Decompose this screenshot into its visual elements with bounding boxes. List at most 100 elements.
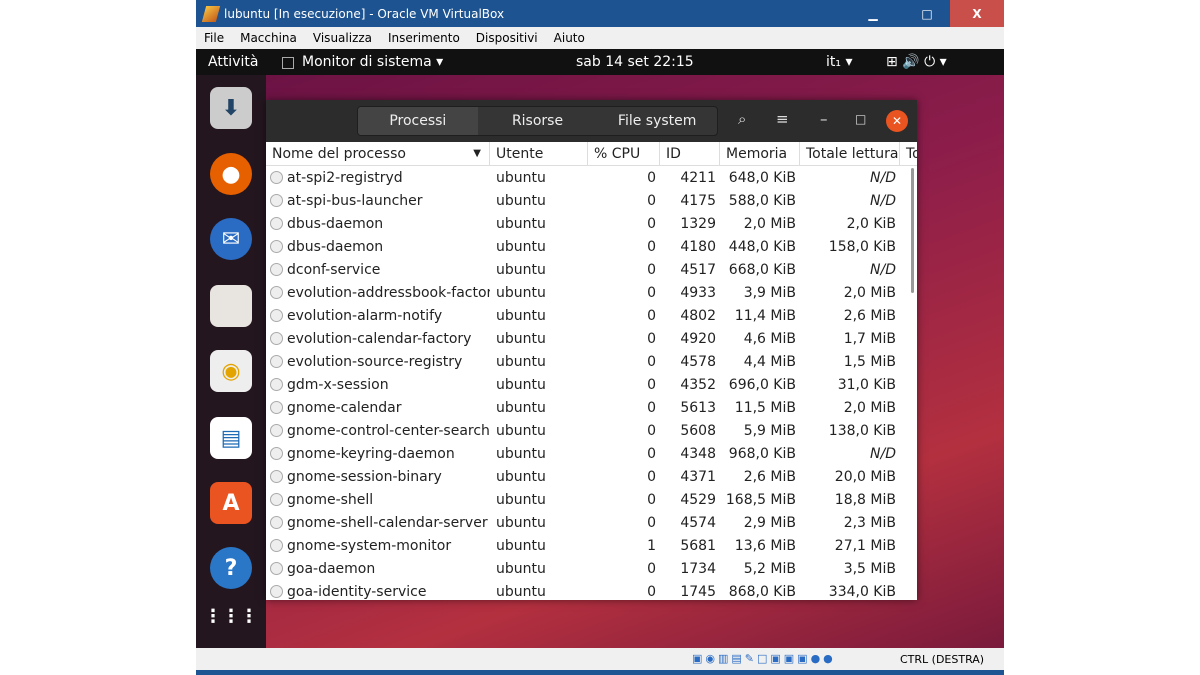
table-row[interactable]: gnome-calendar ubuntu 0 5613 11,5 MiB 2,0 MiB	[266, 396, 917, 419]
table-row[interactable]: at-spi2-registryd ubuntu 0 4211 648,0 KiB N/D	[266, 166, 917, 189]
menu-file[interactable]: File	[204, 31, 224, 45]
activities-button[interactable]: Attività	[208, 54, 258, 70]
menu-visualizza[interactable]: Visualizza	[313, 31, 372, 45]
thunderbird-icon[interactable]: ✉	[210, 218, 252, 260]
cell-user: ubuntu	[496, 284, 546, 301]
system-menu-icons[interactable]: ⊞ 🔊 ⏻ ▾	[886, 54, 947, 70]
cell-id: 4578	[680, 353, 716, 370]
cell-id: 1329	[680, 215, 716, 232]
column-headers: Nome del processo ▼ Utente % CPU ID Memor…	[266, 142, 917, 166]
process-name: gnome-session-binary	[287, 468, 442, 485]
cell-id: 4211	[680, 169, 716, 186]
gnome-top-bar: Attività Monitor di sistema ▾ sab 14 set…	[196, 49, 1004, 75]
process-icon	[270, 240, 283, 253]
menu-aiuto[interactable]: Aiuto	[554, 31, 585, 45]
show-apps-icon[interactable]: ⋮⋮⋮	[204, 595, 258, 637]
table-row[interactable]: goa-daemon ubuntu 0 1734 5,2 MiB 3,5 MiB	[266, 557, 917, 580]
cell-name: goa-daemon	[266, 561, 490, 577]
cell-cpu: 0	[647, 399, 656, 416]
process-name: dbus-daemon	[287, 215, 384, 232]
files-icon[interactable]	[210, 285, 252, 327]
cell-memory: 448,0 KiB	[728, 238, 796, 255]
rhythmbox-icon[interactable]: ◉	[210, 350, 252, 392]
cell-memory: 168,5 MiB	[725, 491, 796, 508]
writer-icon[interactable]: ▤	[210, 417, 252, 459]
cell-cpu: 0	[647, 238, 656, 255]
maximize-icon[interactable]: □	[855, 112, 866, 126]
device-icons[interactable]: ▣◉▥▤✎□▣▣▣●●	[692, 652, 836, 665]
table-row[interactable]: dbus-daemon ubuntu 0 1329 2,0 MiB 2,0 KiB	[266, 212, 917, 235]
cell-user: ubuntu	[496, 376, 546, 393]
help-icon[interactable]: ?	[210, 547, 252, 589]
dock: ⬇ ● ✉ ◉ ▤ A ? ⋮⋮⋮	[196, 75, 266, 648]
installer-icon[interactable]: ⬇	[210, 87, 252, 129]
table-row[interactable]: evolution-calendar-factory ubuntu 0 4920 4,6…	[266, 327, 917, 350]
cell-name: gnome-control-center-search-provider	[266, 423, 490, 439]
cell-name: gnome-system-monitor	[266, 538, 490, 554]
cell-read: 27,1 MiB	[834, 537, 896, 554]
table-row[interactable]: gnome-keyring-daemon ubuntu 0 4348 968,0 KiB…	[266, 442, 917, 465]
process-name: goa-daemon	[287, 560, 376, 577]
tab-file-system[interactable]: File system	[597, 107, 717, 135]
col-user[interactable]: Utente	[490, 142, 588, 165]
table-row[interactable]: gnome-control-center-search-provider ubun…	[266, 419, 917, 442]
table-row[interactable]: evolution-source-registry ubuntu 0 4578 4,4 …	[266, 350, 917, 373]
close-button[interactable]: X	[950, 0, 1004, 27]
table-row[interactable]: at-spi-bus-launcher ubuntu 0 4175 588,0 KiB N…	[266, 189, 917, 212]
menu-dispositivi[interactable]: Dispositivi	[476, 31, 538, 45]
cell-cpu: 0	[647, 445, 656, 462]
col-memory[interactable]: Memoria	[720, 142, 800, 165]
scrollbar[interactable]	[911, 168, 914, 293]
firefox-icon[interactable]: ●	[210, 153, 252, 195]
menu-macchina[interactable]: Macchina	[240, 31, 297, 45]
menu-inserimento[interactable]: Inserimento	[388, 31, 460, 45]
table-row[interactable]: gnome-session-binary ubuntu 0 4371 2,6 MiB 20…	[266, 465, 917, 488]
software-icon[interactable]: A	[210, 482, 252, 524]
table-row[interactable]: gnome-shell ubuntu 0 4529 168,5 MiB 18,8 MiB	[266, 488, 917, 511]
cell-cpu: 0	[647, 330, 656, 347]
menu-icon[interactable]: ≡	[776, 110, 789, 128]
minimize-button[interactable]: ▁	[850, 0, 896, 27]
process-name: evolution-source-registry	[287, 353, 463, 370]
cell-name: gnome-calendar	[266, 400, 490, 416]
table-row[interactable]: gnome-system-monitor ubuntu 1 5681 13,6 MiB 2…	[266, 534, 917, 557]
process-name: gnome-control-center-search-provider	[287, 422, 490, 439]
cell-memory: 4,4 MiB	[743, 353, 796, 370]
table-row[interactable]: gdm-x-session ubuntu 0 4352 696,0 KiB 31,0 Ki…	[266, 373, 917, 396]
search-icon[interactable]: ⌕	[738, 110, 746, 128]
keyboard-layout[interactable]: it₁ ▾	[826, 54, 852, 70]
cell-user: ubuntu	[496, 192, 546, 209]
table-row[interactable]: gnome-shell-calendar-server ubuntu 0 4574 2,…	[266, 511, 917, 534]
col-total-read[interactable]: Totale lettura	[800, 142, 900, 165]
process-icon	[270, 424, 283, 437]
process-icon	[270, 217, 283, 230]
cell-user: ubuntu	[496, 215, 546, 232]
process-icon	[270, 263, 283, 276]
clock[interactable]: sab 14 set 22:15	[576, 54, 694, 70]
cell-read: 1,5 MiB	[843, 353, 896, 370]
tab-risorse[interactable]: Risorse	[478, 107, 598, 135]
cell-user: ubuntu	[496, 491, 546, 508]
cell-user: ubuntu	[496, 238, 546, 255]
col-total-write[interactable]: To	[900, 142, 917, 165]
table-row[interactable]: goa-identity-service ubuntu 0 1745 868,0 KiB…	[266, 580, 917, 603]
col-id[interactable]: ID	[660, 142, 720, 165]
app-menu[interactable]: Monitor di sistema ▾	[302, 54, 443, 70]
cell-id: 4371	[680, 468, 716, 485]
table-row[interactable]: evolution-alarm-notify ubuntu 0 4802 11,4 Mi…	[266, 304, 917, 327]
close-icon[interactable]: ✕	[886, 110, 908, 132]
process-icon	[270, 585, 283, 598]
maximize-button[interactable]: □	[904, 0, 950, 27]
col-cpu[interactable]: % CPU	[588, 142, 660, 165]
table-row[interactable]: evolution-addressbook-factory ubuntu 0 4933…	[266, 281, 917, 304]
tab-processi[interactable]: Processi	[358, 107, 478, 135]
minimize-icon[interactable]: –	[820, 110, 828, 128]
cell-read: N/D	[870, 169, 896, 186]
col-name[interactable]: Nome del processo ▼	[266, 142, 490, 165]
process-icon	[270, 309, 283, 322]
table-row[interactable]: dconf-service ubuntu 0 4517 668,0 KiB N/D	[266, 258, 917, 281]
cell-name: gnome-keyring-daemon	[266, 446, 490, 462]
process-name: gnome-shell-calendar-server	[287, 514, 488, 531]
table-row[interactable]: dbus-daemon ubuntu 0 4180 448,0 KiB 158,0 KiB	[266, 235, 917, 258]
process-name: at-spi2-registryd	[287, 169, 403, 186]
